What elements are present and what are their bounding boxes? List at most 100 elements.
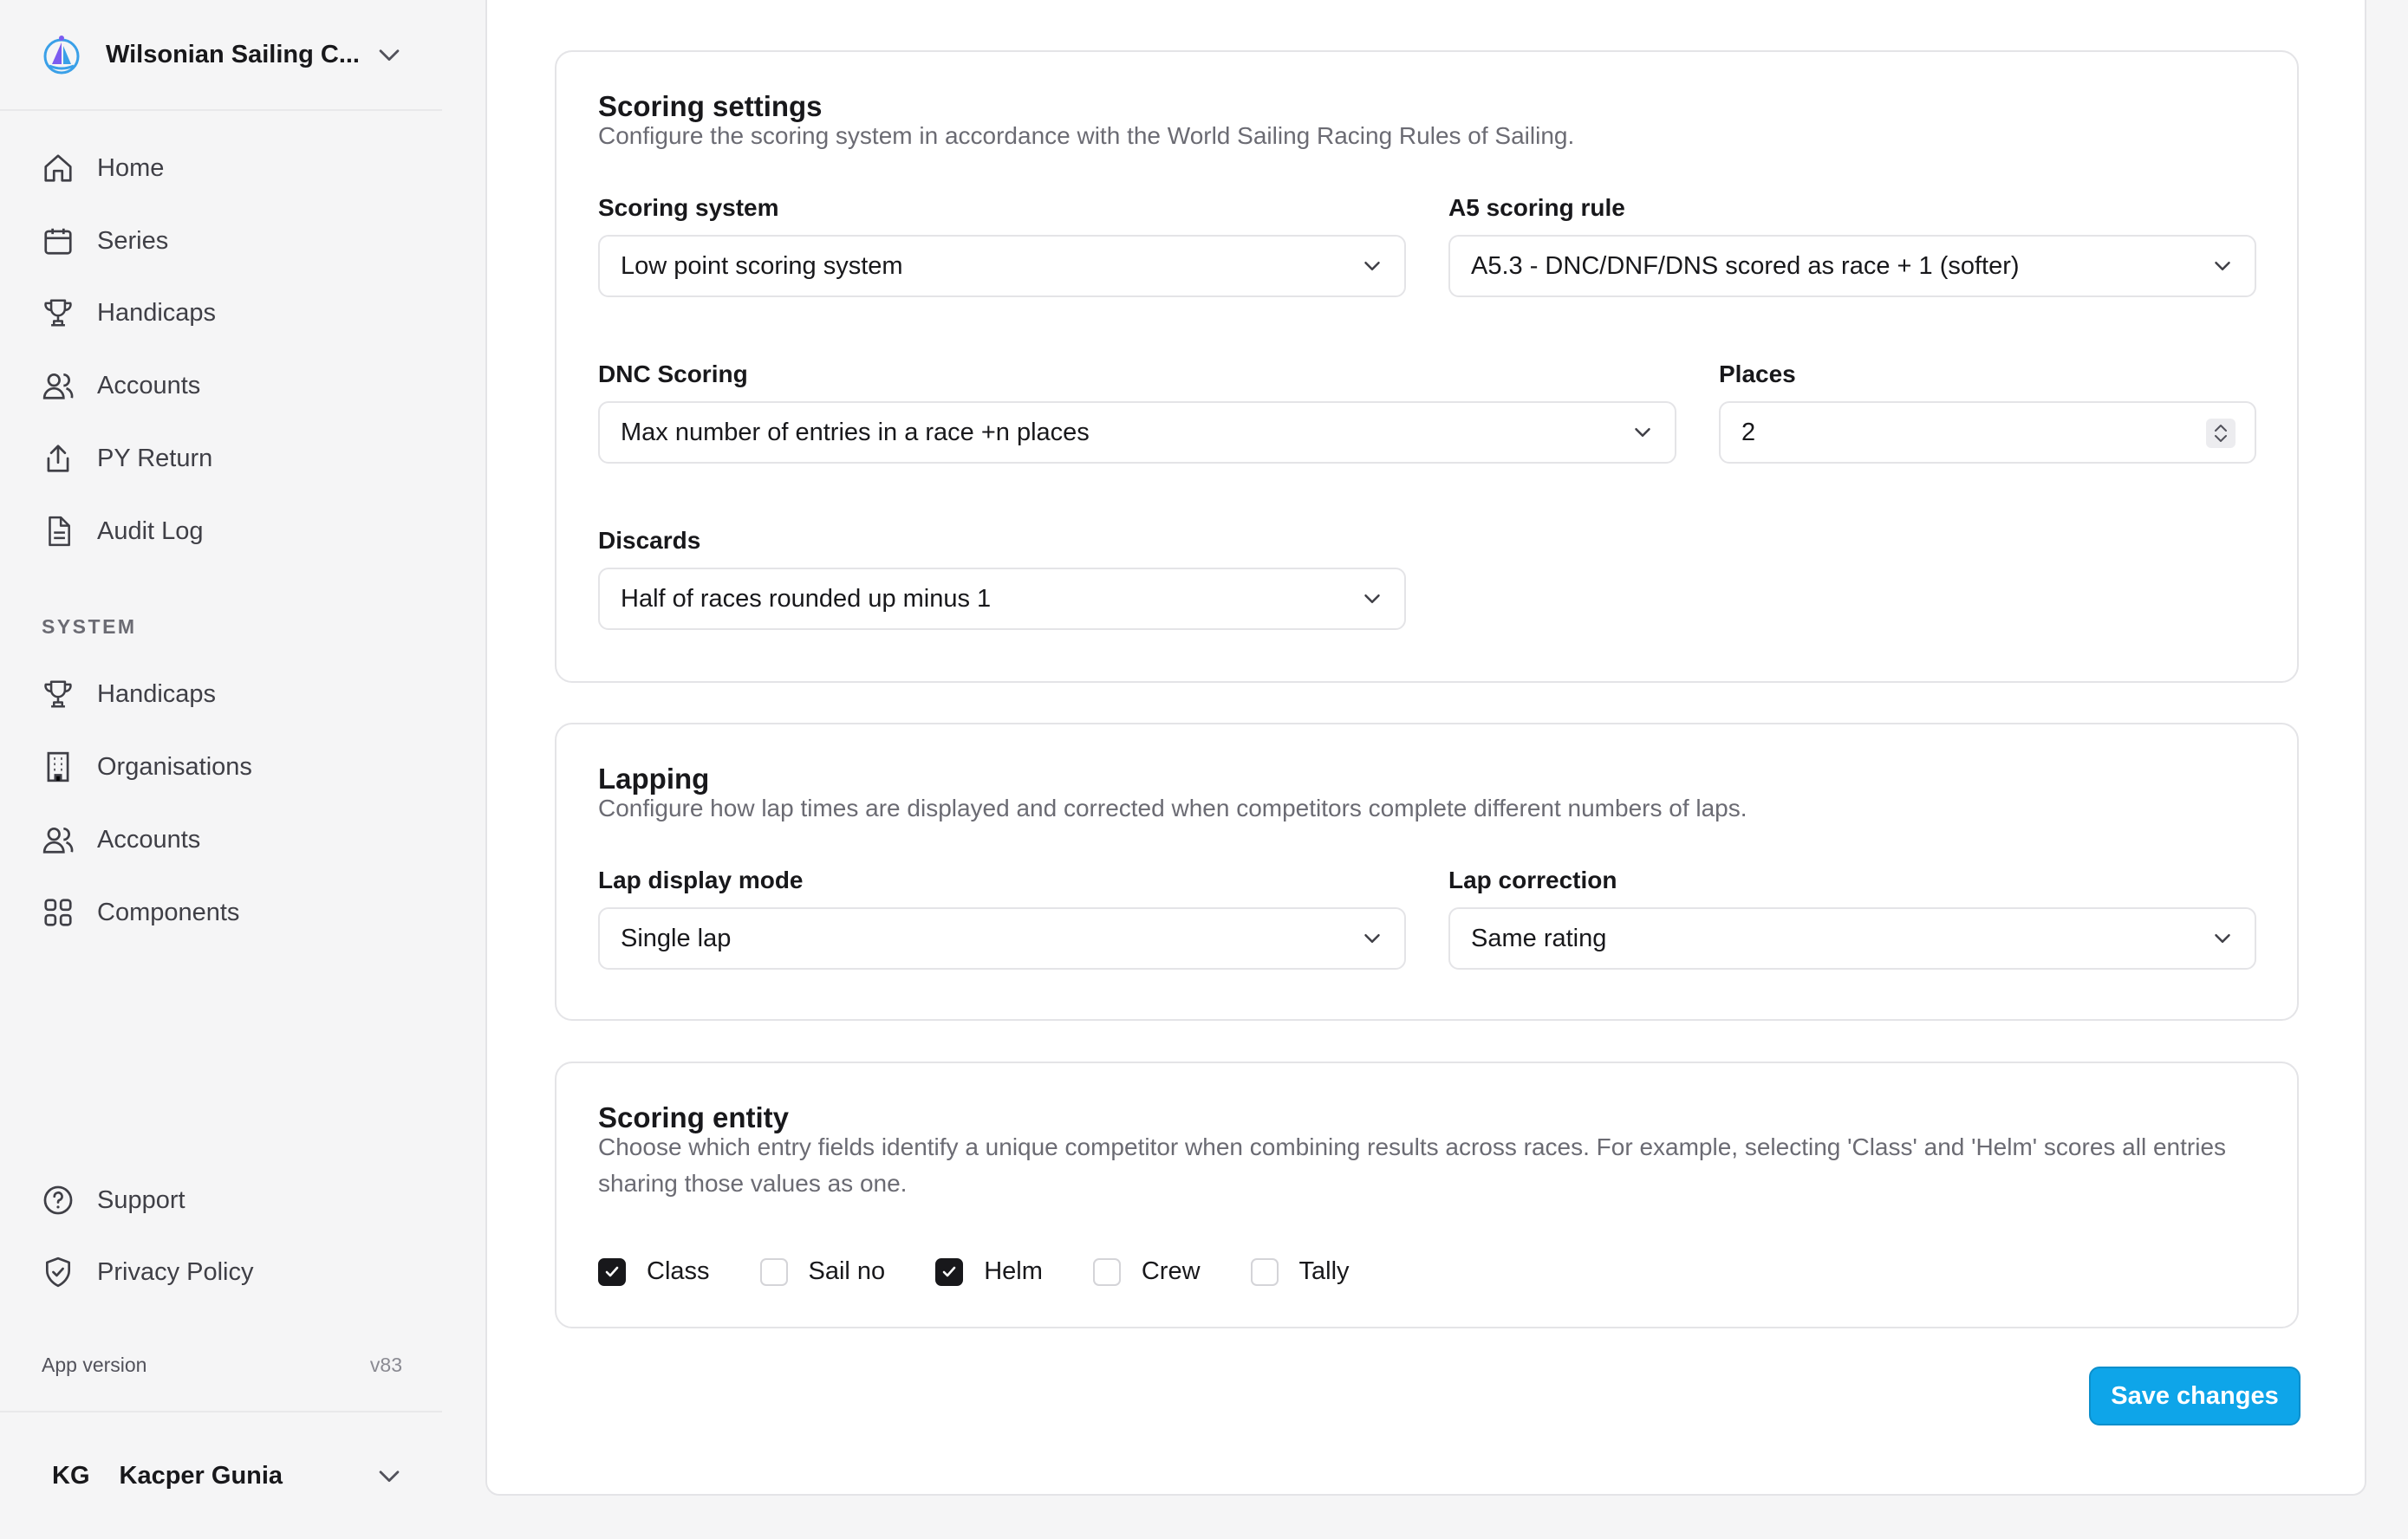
nav-item-accounts[interactable]: Accounts <box>21 355 421 416</box>
sailboat-logo-icon <box>43 36 80 75</box>
checkbox-label: Helm <box>984 1257 1043 1285</box>
discards-select[interactable]: Half of races rounded up minus 1 <box>598 568 1406 630</box>
save-changes-button[interactable]: Save changes <box>2089 1367 2301 1425</box>
app-version-label: App version <box>42 1354 147 1376</box>
checkbox-class[interactable]: Class <box>598 1257 710 1286</box>
chevron-down-icon <box>1635 428 1650 437</box>
nav-item-system-accounts[interactable]: Accounts <box>21 809 421 870</box>
nav-item-py-return[interactable]: PY Return <box>21 428 421 489</box>
dnc-scoring-select[interactable]: Max number of entries in a race +n place… <box>598 401 1676 464</box>
chevron-down-icon <box>379 1471 400 1483</box>
input-value: 2 <box>1741 418 1756 446</box>
nav-label: Support <box>97 1185 185 1214</box>
nav-label: Components <box>97 898 240 926</box>
chevron-down-icon <box>379 49 400 62</box>
nav-label: Audit Log <box>97 516 204 545</box>
org-switcher[interactable]: Wilsonian Sailing C... <box>0 0 442 111</box>
checkbox-crew[interactable]: Crew <box>1092 1257 1201 1286</box>
scoring-entity-card: Scoring entity Choose which entry fields… <box>555 1062 2299 1328</box>
select-value: Single lap <box>621 924 732 952</box>
users-icon <box>42 827 74 854</box>
checkbox-tally[interactable]: Tally <box>1250 1257 1350 1286</box>
nav-label: Accounts <box>97 371 201 399</box>
nav-item-support[interactable]: Support <box>21 1170 421 1231</box>
users-icon <box>42 373 74 399</box>
app-version-value: v83 <box>369 1354 402 1376</box>
scoring-entity-options: Class Sail no Helm Crew Tally <box>598 1257 1400 1286</box>
lapping-card: Lapping Configure how lap times are disp… <box>555 723 2299 1021</box>
nav-item-system-handicaps[interactable]: Handicaps <box>21 664 421 724</box>
select-value: Half of races rounded up minus 1 <box>621 584 992 613</box>
chevron-down-icon <box>1364 262 1380 270</box>
checkbox[interactable] <box>759 1257 788 1286</box>
checkbox-helm[interactable]: Helm <box>935 1257 1043 1286</box>
user-name: Kacper Gunia <box>119 1461 283 1490</box>
nav-item-components[interactable]: Components <box>21 882 421 943</box>
checkbox-label: Sail no <box>808 1257 886 1285</box>
nav-item-handicaps[interactable]: Handicaps <box>21 282 421 343</box>
user-menu[interactable]: KG Kacper Gunia <box>0 1411 442 1539</box>
checkbox[interactable] <box>935 1257 964 1286</box>
scoring-settings-card: Scoring settings Configure the scoring s… <box>555 50 2299 683</box>
a5-scoring-rule-select[interactable]: A5.3 - DNC/DNF/DNS scored as race + 1 (s… <box>1448 235 2256 297</box>
calendar-icon <box>44 228 72 255</box>
field-label: Places <box>1719 360 1796 387</box>
lap-correction-select[interactable]: Same rating <box>1448 907 2256 970</box>
field-label: DNC Scoring <box>598 360 748 387</box>
nav-label: Home <box>97 153 165 182</box>
lap-display-mode-select[interactable]: Single lap <box>598 907 1406 970</box>
home-icon <box>44 154 72 182</box>
trophy-icon <box>44 680 72 708</box>
select-value: Same rating <box>1471 924 1607 952</box>
field-label: A5 scoring rule <box>1448 194 1625 221</box>
checkbox[interactable] <box>1092 1257 1121 1286</box>
field-label: Discards <box>598 527 701 554</box>
chevron-down-icon <box>2215 934 2230 943</box>
select-value: Low point scoring system <box>621 251 903 280</box>
field-label: Lap display mode <box>598 867 804 893</box>
stepper-arrows-icon[interactable] <box>2206 419 2236 448</box>
file-icon <box>49 516 70 547</box>
main-panel: Scoring settings Configure the scoring s… <box>485 0 2366 1496</box>
scoring-system-select[interactable]: Low point scoring system <box>598 235 1406 297</box>
nav-item-organisations[interactable]: Organisations <box>21 737 421 797</box>
checkbox[interactable] <box>1250 1257 1279 1286</box>
app-version: App version v83 <box>42 1354 402 1377</box>
select-value: A5.3 - DNC/DNF/DNS scored as race + 1 (s… <box>1471 251 2020 280</box>
org-name: Wilsonian Sailing C... <box>106 40 360 68</box>
field-label: Lap correction <box>1448 867 1617 893</box>
nav-item-series[interactable]: Series <box>21 211 421 271</box>
grid-icon <box>44 899 72 926</box>
nav-item-home[interactable]: Home <box>21 138 421 198</box>
card-description: Configure the scoring system in accordan… <box>598 122 1575 149</box>
nav-label: PY Return <box>97 444 213 472</box>
sidebar: Wilsonian Sailing C... Home Series Handi… <box>0 0 442 1539</box>
card-description: Configure how lap times are displayed an… <box>598 795 1747 821</box>
checkbox[interactable] <box>598 1257 626 1286</box>
nav-item-privacy-policy[interactable]: Privacy Policy <box>21 1242 421 1302</box>
chevron-down-icon <box>1364 594 1380 603</box>
trophy-icon <box>44 299 72 327</box>
chevron-down-icon <box>1364 934 1380 943</box>
check-icon <box>942 1266 956 1276</box>
upload-icon <box>47 445 69 472</box>
nav-item-audit-log[interactable]: Audit Log <box>21 501 421 562</box>
nav-label: Accounts <box>97 825 201 854</box>
checkbox-label: Class <box>647 1257 710 1285</box>
checkbox-label: Tally <box>1298 1257 1350 1285</box>
nav-label: Organisations <box>97 752 252 781</box>
card-description: Choose which entry fields identify a uni… <box>598 1133 2227 1197</box>
nav-label: Handicaps <box>97 679 217 708</box>
nav-label: Series <box>97 226 169 255</box>
check-icon <box>605 1266 619 1276</box>
avatar: KG <box>52 1461 90 1490</box>
checkbox-label: Crew <box>1141 1257 1201 1285</box>
building-icon <box>47 751 69 782</box>
checkbox-sail-no[interactable]: Sail no <box>759 1257 886 1286</box>
nav-label: Privacy Policy <box>97 1257 254 1286</box>
places-input[interactable]: 2 <box>1719 401 2256 464</box>
shield-icon <box>45 1257 71 1288</box>
field-label: Scoring system <box>598 194 779 221</box>
nav-label: Handicaps <box>97 298 217 327</box>
help-circle-icon <box>43 1185 73 1215</box>
